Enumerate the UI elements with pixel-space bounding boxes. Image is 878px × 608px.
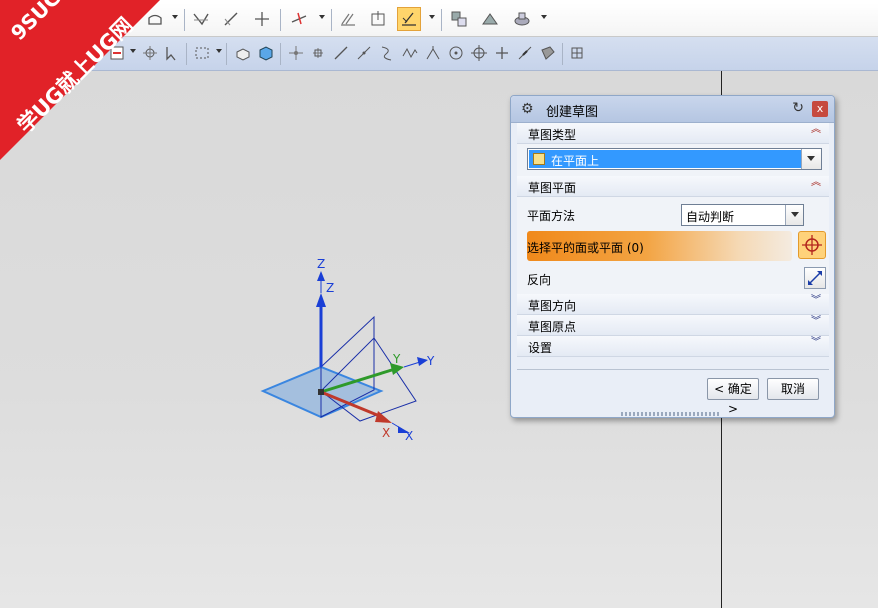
chevron-down-icon[interactable]	[216, 49, 222, 53]
separator	[562, 43, 563, 65]
shaded-icon[interactable]	[254, 41, 278, 65]
corner-icon[interactable]	[250, 7, 274, 31]
chevron-down-double-icon[interactable]: ︾	[811, 338, 821, 348]
close-icon[interactable]: x	[812, 101, 828, 117]
separator	[184, 9, 185, 31]
cancel-button[interactable]: 取消	[767, 378, 819, 400]
z-axis-label: Z	[317, 257, 326, 271]
resize-grip[interactable]	[621, 412, 721, 416]
chevron-down-double-icon[interactable]: ︾	[811, 296, 821, 306]
trim-icon[interactable]	[189, 7, 213, 31]
dialog-divider	[517, 369, 829, 370]
snap-intersect-icon[interactable]	[421, 41, 445, 65]
chevron-down-icon[interactable]	[785, 205, 803, 225]
arrow-select-icon[interactable]	[160, 41, 184, 65]
plane-type-icon	[533, 153, 545, 165]
z-axis-ext-arrow	[317, 271, 325, 281]
select-plane-field[interactable]: 选择平的面或平面 (0)	[527, 231, 792, 261]
section-sketch-origin[interactable]: 草图原点 ︾	[517, 315, 829, 336]
section-label: 草图方向	[528, 299, 577, 313]
section-sketch-plane[interactable]: 草图平面 ︽	[517, 176, 829, 197]
snap-end-icon[interactable]	[284, 41, 308, 65]
make-corner-icon[interactable]	[287, 7, 311, 31]
sketch-plane-panel: 平面方法 自动判断 选择平的面或平面 (0) 反向	[517, 197, 829, 294]
section-settings[interactable]: 设置 ︾	[517, 336, 829, 357]
plane-method-label: 平面方法	[527, 209, 576, 223]
reverse-direction-icon[interactable]	[804, 267, 826, 289]
gear-icon[interactable]: ⚙	[521, 101, 534, 117]
snap-mid-icon[interactable]	[306, 41, 330, 65]
chevron-down-icon[interactable]	[801, 149, 821, 169]
grid-icon[interactable]	[565, 41, 589, 65]
snap-curve-icon[interactable]	[375, 41, 399, 65]
section-sketch-orientation[interactable]: 草图方向 ︾	[517, 294, 829, 315]
separator	[186, 43, 187, 65]
section-label: 草图平面	[528, 181, 577, 195]
sketch-type-select[interactable]: 在平面上	[527, 148, 822, 170]
snap-line-icon[interactable]	[329, 41, 353, 65]
origin-marker	[318, 389, 324, 395]
section-label: 设置	[528, 341, 553, 355]
extend-icon[interactable]	[219, 7, 243, 31]
display-icon[interactable]	[447, 7, 471, 31]
reset-icon[interactable]: ↻	[792, 100, 804, 116]
y-axis-label: Y	[393, 352, 401, 366]
snap-tangent-icon[interactable]	[352, 41, 376, 65]
dimension-icon[interactable]	[366, 7, 390, 31]
chevron-down-icon[interactable]	[429, 15, 435, 19]
relations-icon[interactable]	[510, 7, 534, 31]
create-sketch-dialog: ⚙ 创建草图 ↻ x 草图类型 ︽ 在平面上 草图平面 ︽ 平面方法 自动判断 …	[510, 95, 835, 418]
animate-icon[interactable]	[478, 7, 502, 31]
plane-method-value: 自动判断	[686, 210, 735, 224]
y-axis-ext	[403, 361, 421, 368]
dialog-body: 草图类型 ︽ 在平面上 草图平面 ︽ 平面方法 自动判断 选择平的面或平面 (0…	[517, 123, 829, 357]
section-label: 草图类型	[528, 128, 577, 142]
chevron-down-icon[interactable]	[541, 15, 547, 19]
snap-point-icon[interactable]	[490, 41, 514, 65]
z-axis-arrow	[316, 293, 326, 307]
snap-on-curve-icon[interactable]	[513, 41, 537, 65]
sketch-plane-icon[interactable]	[397, 7, 421, 31]
section-label: 草图原点	[528, 320, 577, 334]
dialog-titlebar[interactable]: ⚙ 创建草图 ↻ x	[511, 96, 834, 123]
snap-center-icon[interactable]	[444, 41, 468, 65]
separator	[226, 43, 227, 65]
chevron-up-icon[interactable]: ︽	[811, 178, 821, 188]
z-axis-label-inner: Z	[326, 281, 335, 295]
x-axis-label-outer: X	[405, 429, 414, 443]
plane-method-select[interactable]: 自动判断	[681, 204, 804, 226]
separator	[280, 43, 281, 65]
sketch-type-row: 在平面上	[517, 144, 829, 176]
chevron-up-icon[interactable]: ︽	[811, 125, 821, 135]
crosshair-target-icon[interactable]	[798, 231, 826, 259]
x-axis-label: X	[382, 426, 391, 440]
chevron-down-double-icon[interactable]: ︾	[811, 317, 821, 327]
reverse-direction-label: 反向	[527, 273, 552, 287]
y-axis-label-outer: Y	[427, 354, 435, 368]
wireframe-icon[interactable]	[231, 41, 255, 65]
dialog-title: 创建草图	[546, 105, 599, 120]
snap-face-icon[interactable]	[536, 41, 560, 65]
separator	[280, 9, 281, 31]
rectangle-select-icon[interactable]	[190, 41, 214, 65]
sketch-type-selected: 在平面上	[529, 150, 803, 168]
chevron-down-icon[interactable]	[319, 15, 325, 19]
separator	[441, 9, 442, 31]
separator	[331, 9, 332, 31]
chevron-down-icon[interactable]	[172, 15, 178, 19]
constraint-icon[interactable]	[336, 7, 360, 31]
select-plane-prompt: 选择平的面或平面 (0)	[527, 241, 644, 255]
section-sketch-type[interactable]: 草图类型 ︽	[517, 123, 829, 144]
ok-button[interactable]: < 确定 >	[707, 378, 759, 416]
snap-quadrant-icon[interactable]	[467, 41, 491, 65]
sketch-type-value: 在平面上	[551, 154, 600, 168]
snap-spline-icon[interactable]	[398, 41, 422, 65]
